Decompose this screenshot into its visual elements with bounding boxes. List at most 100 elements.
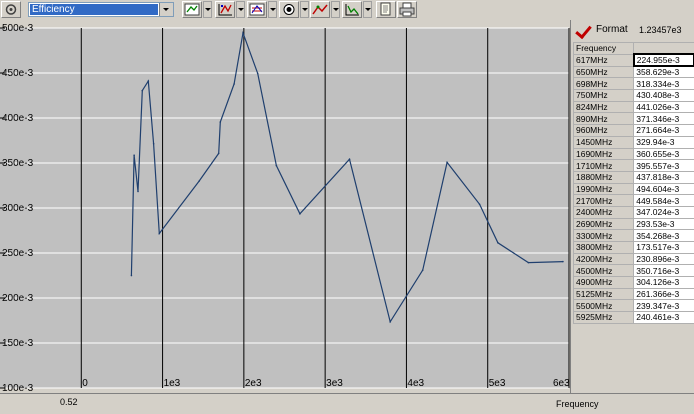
- frequency-cell: 2690MHz: [574, 218, 634, 230]
- x-tick-label: 6e3: [553, 378, 570, 389]
- value-cell[interactable]: 395.557e-3: [634, 160, 694, 172]
- marker-icon[interactable]: [279, 1, 299, 18]
- value-cell[interactable]: 224.955e-3: [634, 54, 694, 66]
- value-cell[interactable]: 449.584e-3: [634, 195, 694, 207]
- data-point: [153, 143, 155, 145]
- frequency-cell: 698MHz: [574, 78, 634, 90]
- value-cell[interactable]: 354.268e-3: [634, 230, 694, 242]
- table-row[interactable]: 4500MHz350.716e-3: [574, 265, 694, 277]
- marker-dropdown[interactable]: [300, 1, 309, 18]
- format-row[interactable]: Format 1.23457e3: [571, 20, 694, 42]
- data-point: [562, 261, 564, 263]
- table-row[interactable]: 4200MHz230.896e-3: [574, 253, 694, 265]
- table-row[interactable]: 890MHz371.346e-3: [574, 113, 694, 125]
- table-row[interactable]: 5500MHz239.347e-3: [574, 300, 694, 312]
- value-cell[interactable]: 230.896e-3: [634, 253, 694, 265]
- value-cell[interactable]: 318.334e-3: [634, 78, 694, 90]
- value-cell[interactable]: 371.346e-3: [634, 113, 694, 125]
- value-cell[interactable]: 239.347e-3: [634, 300, 694, 312]
- value-cell[interactable]: 329.94e-3: [634, 136, 694, 148]
- chevron-down-icon[interactable]: [159, 3, 173, 16]
- value-cell[interactable]: 360.655e-3: [634, 148, 694, 160]
- trace-dropdown[interactable]: [331, 1, 340, 18]
- value-cell[interactable]: 430.408e-3: [634, 90, 694, 102]
- settings-icon[interactable]: [1, 1, 21, 18]
- y-tick-label: 500e-3: [2, 23, 34, 34]
- table-row[interactable]: 1880MHz437.818e-3: [574, 171, 694, 183]
- frequency-cell: 3300MHz: [574, 230, 634, 242]
- table-row[interactable]: 5925MHz240.461e-3: [574, 312, 694, 324]
- table-row[interactable]: 3300MHz354.268e-3: [574, 230, 694, 242]
- copy-icon[interactable]: [376, 1, 396, 18]
- value-cell[interactable]: 304.126e-3: [634, 277, 694, 289]
- measurement-selector-value: Efficiency: [30, 4, 158, 15]
- x-tick-label: 0: [82, 378, 88, 389]
- data-point: [446, 162, 448, 164]
- data-point: [528, 262, 530, 264]
- value-cell[interactable]: 437.818e-3: [634, 171, 694, 183]
- chart-type-icon[interactable]: [182, 1, 202, 18]
- table-row[interactable]: 2690MHz293.53e-3: [574, 218, 694, 230]
- value-cell[interactable]: 271.664e-3: [634, 125, 694, 137]
- value-cell[interactable]: 261.366e-3: [634, 288, 694, 300]
- cursor-dropdown[interactable]: [363, 1, 372, 18]
- frequency-cell: 2170MHz: [574, 195, 634, 207]
- table-row[interactable]: 2170MHz449.584e-3: [574, 195, 694, 207]
- data-panel: Format 1.23457e3 Frequency 617MHz224.955…: [570, 20, 694, 393]
- table-row[interactable]: 824MHz441.026e-3: [574, 101, 694, 113]
- chart-properties-dropdown[interactable]: [268, 1, 277, 18]
- cursor-icon[interactable]: [342, 1, 362, 18]
- table-row[interactable]: 960MHz271.664e-3: [574, 125, 694, 137]
- table-row[interactable]: 698MHz318.334e-3: [574, 78, 694, 90]
- value-cell[interactable]: 441.026e-3: [634, 101, 694, 113]
- table-row[interactable]: 3800MHz173.517e-3: [574, 242, 694, 254]
- checkmark-icon: [575, 22, 592, 39]
- table-body: 617MHz224.955e-3650MHz358.629e-3698MHz31…: [574, 54, 694, 323]
- frequency-cell: 1710MHz: [574, 160, 634, 172]
- frequency-cell: 617MHz: [574, 54, 634, 66]
- frequency-cell: 5500MHz: [574, 300, 634, 312]
- data-point: [141, 90, 143, 92]
- y-tick-label: 350e-3: [2, 158, 34, 169]
- column-header-value: [634, 43, 694, 55]
- data-point: [299, 213, 301, 215]
- table-row[interactable]: 1450MHz329.94e-3: [574, 136, 694, 148]
- chart-type-dropdown[interactable]: [203, 1, 212, 18]
- value-cell[interactable]: 358.629e-3: [634, 66, 694, 78]
- measurement-selector[interactable]: Efficiency: [28, 2, 174, 17]
- data-point: [242, 32, 244, 34]
- value-cell[interactable]: 293.53e-3: [634, 218, 694, 230]
- table-row[interactable]: 2400MHz347.024e-3: [574, 206, 694, 218]
- value-cell[interactable]: 347.024e-3: [634, 206, 694, 218]
- frequency-cell: 5925MHz: [574, 312, 634, 324]
- table-row[interactable]: 750MHz430.408e-3: [574, 90, 694, 102]
- table-row[interactable]: 650MHz358.629e-3: [574, 66, 694, 78]
- axis-scale-dropdown[interactable]: [236, 1, 245, 18]
- value-cell[interactable]: 350.716e-3: [634, 265, 694, 277]
- table-row[interactable]: 1710MHz395.557e-3: [574, 160, 694, 172]
- table-row[interactable]: 617MHz224.955e-3: [574, 54, 694, 66]
- table-row[interactable]: 1990MHz494.604e-3: [574, 183, 694, 195]
- data-point: [276, 165, 278, 167]
- frequency-cell: 890MHz: [574, 113, 634, 125]
- table-row[interactable]: 1690MHz360.655e-3: [574, 148, 694, 160]
- table-row[interactable]: 4900MHz304.126e-3: [574, 277, 694, 289]
- trace-icon[interactable]: [310, 1, 330, 18]
- y-tick-label: 450e-3: [2, 68, 34, 79]
- print-icon[interactable]: [397, 1, 417, 18]
- data-point: [389, 321, 391, 323]
- status-bar: 0.52 Frequency: [0, 393, 694, 414]
- data-point: [422, 269, 424, 271]
- value-cell[interactable]: 494.604e-3: [634, 183, 694, 195]
- table-row[interactable]: 5125MHz261.366e-3: [574, 288, 694, 300]
- value-cell[interactable]: 173.517e-3: [634, 242, 694, 254]
- data-point: [137, 191, 139, 193]
- chart-properties-icon[interactable]: [247, 1, 267, 18]
- frequency-cell: 5125MHz: [574, 288, 634, 300]
- data-point: [233, 83, 235, 85]
- y-tick-label: 150e-3: [2, 338, 34, 349]
- axis-scale-icon[interactable]: [215, 1, 235, 18]
- frequency-cell: 4900MHz: [574, 277, 634, 289]
- value-cell[interactable]: 240.461e-3: [634, 312, 694, 324]
- efficiency-chart[interactable]: 100e-3150e-3200e-3250e-3300e-3350e-3400e…: [0, 20, 570, 393]
